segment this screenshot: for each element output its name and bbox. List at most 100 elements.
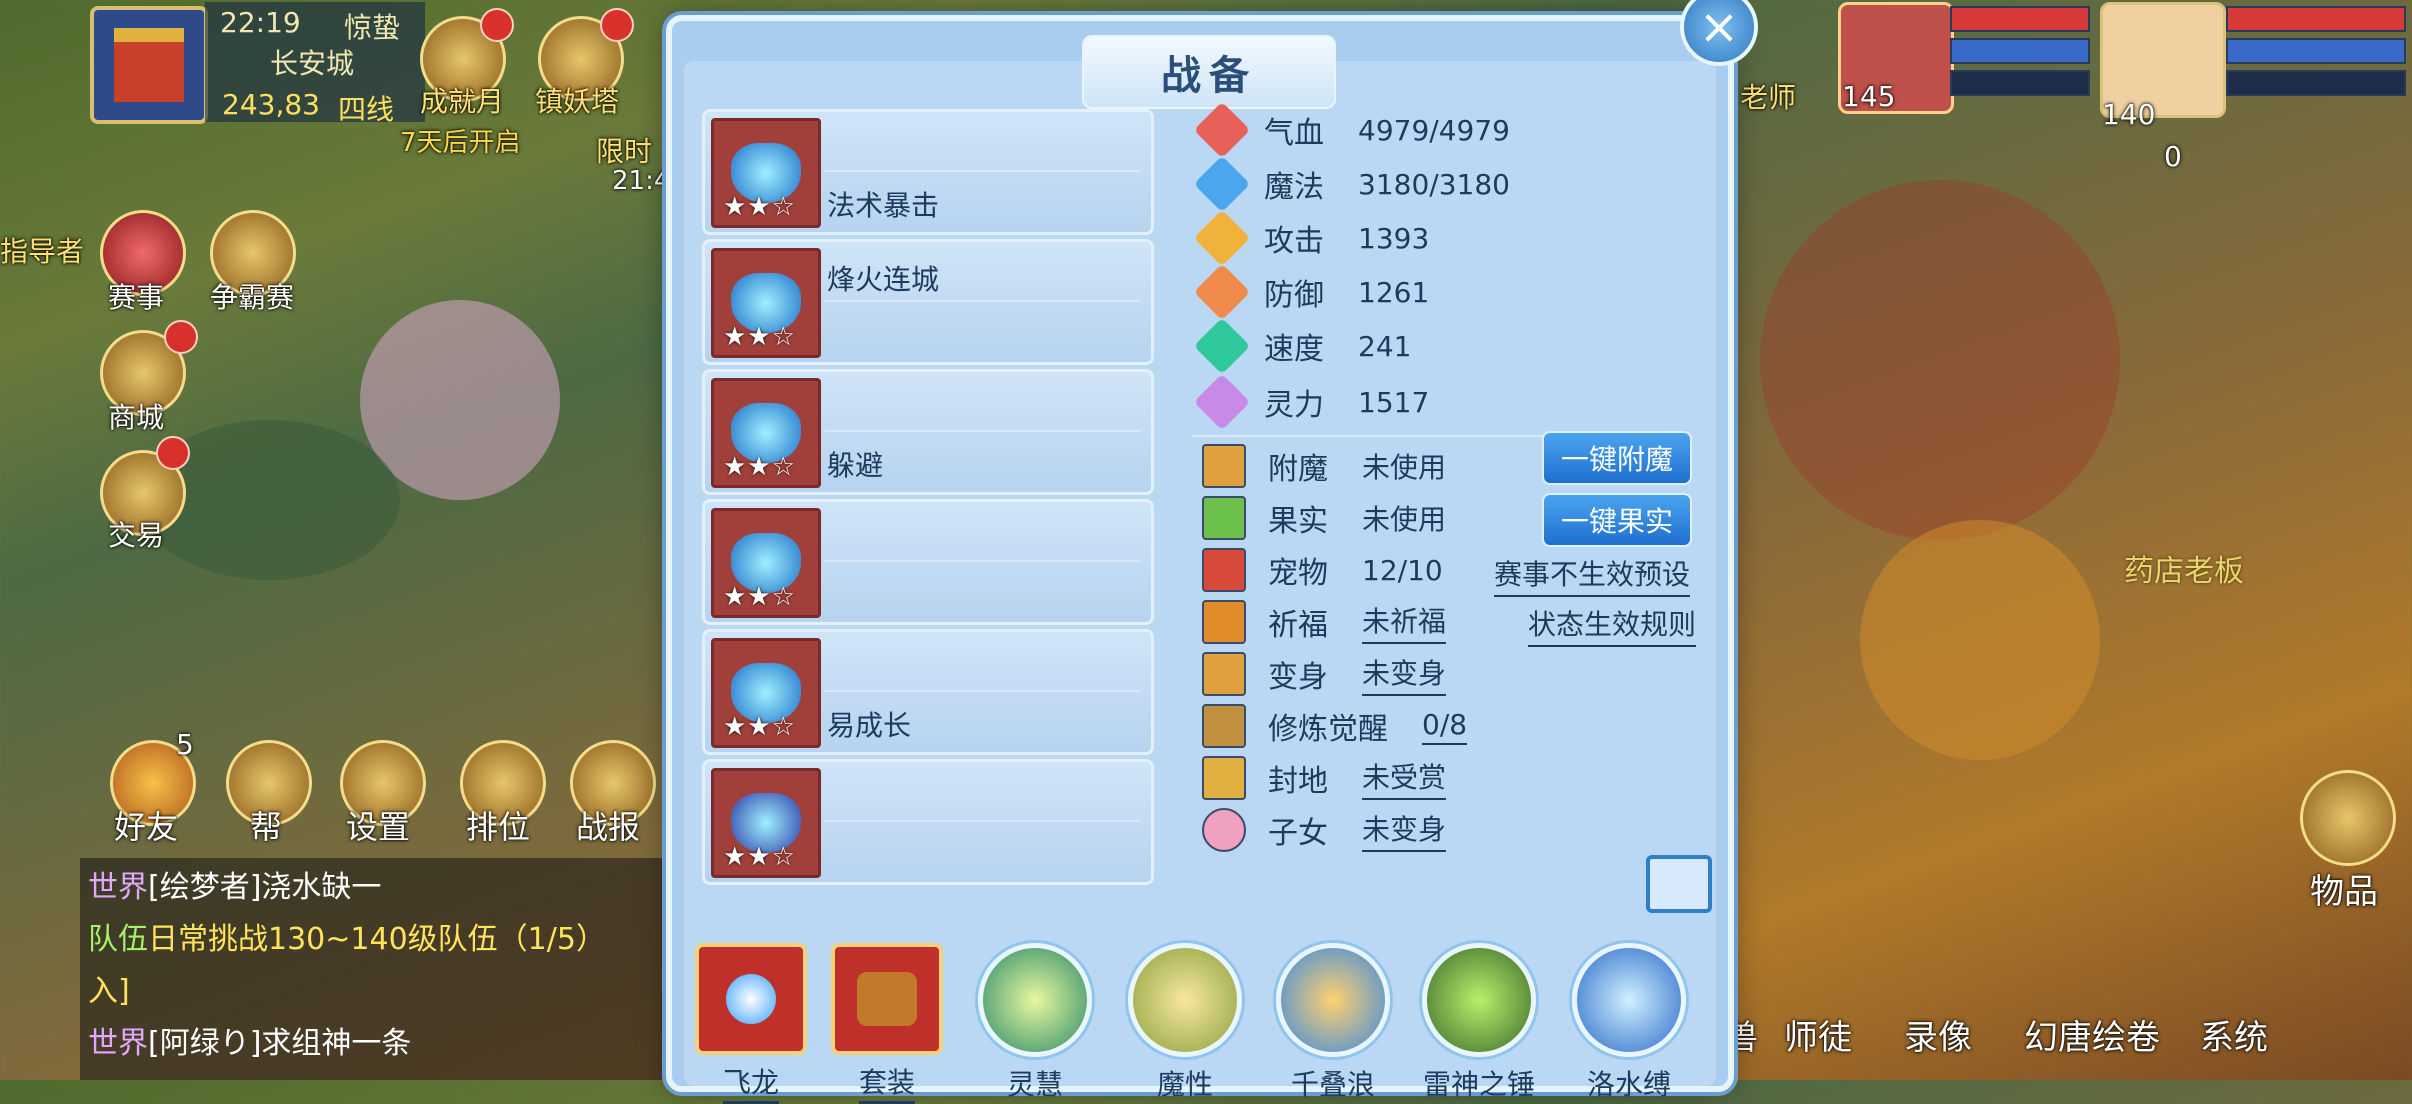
item-label: 灵慧 bbox=[1006, 1068, 1063, 1101]
status-children[interactable]: 子女 未变身 bbox=[1202, 805, 1447, 855]
status-value[interactable]: 未变身 bbox=[1362, 652, 1447, 696]
transform-icon bbox=[1202, 652, 1246, 696]
chat-channel: 队伍 bbox=[88, 922, 148, 957]
friends-badge: 5 bbox=[176, 728, 194, 761]
chat-channel: 世界 bbox=[88, 870, 148, 905]
item-linghui[interactable]: 灵慧 bbox=[978, 943, 1092, 1103]
skill-card[interactable]: ★★☆ bbox=[702, 499, 1154, 625]
event-countdown: 7天后开启 bbox=[400, 128, 521, 158]
scroll-button-label[interactable]: 幻唐绘卷 bbox=[2024, 1010, 2160, 1059]
preset-link[interactable]: 赛事不生效预设 bbox=[1494, 553, 1691, 597]
stat-value: 1261 bbox=[1358, 275, 1430, 309]
skill-stars: ★★☆ bbox=[723, 322, 796, 352]
hammer-icon bbox=[1422, 943, 1536, 1057]
guide-label[interactable]: 指导者 bbox=[0, 230, 84, 270]
solar-term: 惊蛰 bbox=[344, 11, 401, 44]
skill-stars: ★★☆ bbox=[723, 842, 796, 872]
stat-defense: 防御 1261 bbox=[1193, 263, 1430, 321]
friends-label: 好友 bbox=[114, 808, 179, 846]
skill-card[interactable]: ★★☆ 烽火连城 bbox=[702, 239, 1154, 365]
chat-text: 日常挑战130~140级队伍（1/5） bbox=[148, 922, 606, 957]
skill-stars: ★★☆ bbox=[723, 582, 796, 612]
stat-value: 1393 bbox=[1358, 221, 1430, 255]
skill-card[interactable]: ★★☆ 法术暴击 bbox=[702, 109, 1154, 235]
bag-icon[interactable] bbox=[2300, 770, 2396, 866]
stat-value: 1517 bbox=[1358, 385, 1430, 419]
fruit-all-button[interactable]: 一键果实 bbox=[1542, 493, 1692, 547]
city-portrait[interactable] bbox=[90, 6, 208, 124]
player-hp-bar bbox=[2226, 6, 2406, 32]
status-label: 附魔 bbox=[1268, 452, 1328, 487]
heart-icon bbox=[1193, 101, 1251, 159]
item-label: 套装 bbox=[858, 1061, 915, 1104]
enchant-icon bbox=[1202, 444, 1246, 488]
chat-line: 世界[绘梦者]浇水缺一 bbox=[80, 858, 680, 910]
pet-level: 145 bbox=[1842, 80, 1896, 113]
guild-label: 帮 bbox=[250, 808, 283, 846]
skill-name: 法术暴击 bbox=[827, 189, 940, 222]
item-label: 雷神之锤 bbox=[1422, 1068, 1535, 1101]
treasure-body bbox=[857, 972, 917, 1026]
gift-label[interactable]: 老师 bbox=[1740, 76, 1796, 116]
limit-label: 限时 bbox=[596, 135, 653, 168]
share-icon[interactable] bbox=[1646, 855, 1712, 913]
stat-value: 241 bbox=[1358, 329, 1412, 363]
item-label: 魔性 bbox=[1156, 1068, 1213, 1101]
card-divider bbox=[825, 820, 1141, 822]
chat-panel[interactable]: 世界[绘梦者]浇水缺一 队伍日常挑战130~140级队伍（1/5） 入] 世界[… bbox=[80, 858, 680, 1080]
stat-hp: 气血 4979/4979 bbox=[1193, 101, 1510, 159]
sword-icon bbox=[1193, 209, 1251, 267]
status-value[interactable]: 未变身 bbox=[1362, 808, 1447, 852]
status-fruit: 果实 未使用 bbox=[1202, 493, 1446, 543]
status-blessing[interactable]: 祈福 未祈福 bbox=[1202, 597, 1447, 647]
chat-channel: 世界 bbox=[88, 1026, 148, 1061]
skill-card[interactable]: ★★☆ 躲避 bbox=[702, 369, 1154, 495]
location-name[interactable]: 长安城 bbox=[270, 42, 354, 82]
mentor-button-label[interactable]: 师徒 bbox=[1784, 1010, 1852, 1059]
building-decoration bbox=[1760, 180, 2120, 540]
close-icon: × bbox=[1698, 0, 1740, 55]
stat-spirit: 灵力 1517 bbox=[1193, 373, 1430, 431]
server-line[interactable]: 四线 bbox=[338, 88, 394, 128]
skill-card[interactable]: ★★☆ bbox=[702, 759, 1154, 885]
status-value[interactable]: 未受赏 bbox=[1362, 756, 1447, 800]
status-fief[interactable]: 封地 未受赏 bbox=[1202, 753, 1447, 803]
skill-name: 躲避 bbox=[827, 449, 884, 482]
item-thunder-hammer[interactable]: 雷神之锤 bbox=[1422, 943, 1536, 1103]
chat-text: [绘梦者]浇水缺一 bbox=[148, 870, 382, 905]
orb-glow bbox=[726, 974, 776, 1024]
city-gate-icon bbox=[114, 28, 184, 102]
enchant-all-button[interactable]: 一键附魔 bbox=[1542, 431, 1692, 485]
pet-mp-bar bbox=[1950, 38, 2090, 64]
skill-card[interactable]: ★★☆ 易成长 bbox=[702, 629, 1154, 755]
item-luoshuifu[interactable]: 洛水缚 bbox=[1572, 943, 1686, 1103]
stat-label: 速度 bbox=[1264, 332, 1324, 367]
player-level: 140 bbox=[2102, 98, 2156, 131]
star-orb-icon bbox=[695, 943, 807, 1055]
replay-button-label[interactable]: 录像 bbox=[1904, 1010, 1972, 1059]
fruit-icon bbox=[1202, 496, 1246, 540]
meditate-icon bbox=[1202, 704, 1246, 748]
npc-name[interactable]: 药店老板 bbox=[2124, 546, 2244, 590]
status-transform[interactable]: 变身 未变身 bbox=[1202, 649, 1447, 699]
item-qiandielang[interactable]: 千叠浪 bbox=[1276, 943, 1390, 1103]
item-label: 千叠浪 bbox=[1290, 1068, 1375, 1101]
chat-line: 队伍日常挑战130~140级队伍（1/5） bbox=[80, 910, 680, 962]
card-divider bbox=[825, 690, 1141, 692]
system-button-label[interactable]: 系统 bbox=[2200, 1010, 2268, 1059]
item-moxing[interactable]: 魔性 bbox=[1128, 943, 1242, 1103]
skill-stars: ★★☆ bbox=[723, 712, 796, 742]
status-awaken[interactable]: 修炼觉醒 0/8 bbox=[1202, 701, 1468, 751]
skill-name: 易成长 bbox=[827, 709, 912, 742]
notification-dot bbox=[156, 436, 190, 470]
status-value[interactable]: 0/8 bbox=[1422, 708, 1468, 745]
status-value[interactable]: 未祈福 bbox=[1362, 600, 1447, 644]
stat-label: 攻击 bbox=[1264, 224, 1324, 259]
rules-link[interactable]: 状态生效规则 bbox=[1528, 603, 1697, 647]
item-label: 飞龙 bbox=[722, 1061, 779, 1104]
status-label: 变身 bbox=[1268, 660, 1328, 695]
card-divider bbox=[825, 300, 1141, 302]
lotus-icon bbox=[1202, 808, 1246, 852]
battle-report-label: 战报 bbox=[576, 808, 641, 846]
status-label: 封地 bbox=[1268, 764, 1328, 799]
